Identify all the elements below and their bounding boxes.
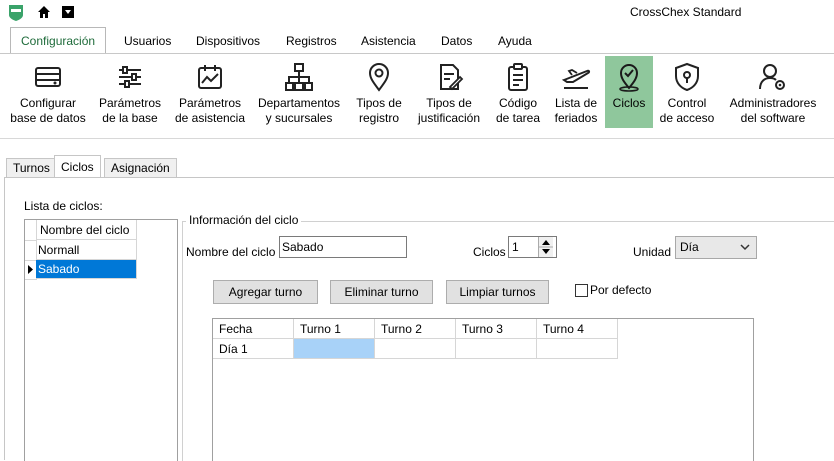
shift-grid-header-turno-4: Turno 4	[537, 319, 618, 339]
shift-grid-header-turno-1: Turno 1	[294, 319, 375, 339]
database-icon	[35, 67, 61, 87]
window-title: CrossChex Standard	[630, 5, 742, 19]
cycle-info-group-title: Información del ciclo	[186, 213, 302, 227]
ribbon-codigo-tarea[interactable]: Código de tarea	[491, 56, 545, 128]
calendar-chart-icon	[198, 65, 222, 89]
plane-icon	[561, 69, 591, 89]
ribbon-label-2: del software	[740, 111, 806, 125]
cycles-count-value: 1	[512, 240, 519, 254]
table-cell[interactable]	[537, 339, 618, 359]
ribbon-control-acceso[interactable]: Control de acceso	[658, 56, 716, 128]
subtab-ciclos[interactable]: Ciclos	[54, 155, 101, 178]
table-cell-selected[interactable]	[294, 339, 375, 359]
ribbon-label-2: base de datos	[10, 111, 86, 125]
stepper-arrows-icon[interactable]	[539, 237, 553, 257]
ribbon-administradores-software[interactable]: Administradores del software	[724, 56, 822, 128]
tab-asistencia[interactable]: Asistencia	[351, 30, 426, 52]
ribbon-tipos-justificacion[interactable]: Tipos de justificación	[413, 56, 485, 128]
table-row-fecha[interactable]: Día 1	[213, 339, 294, 359]
location-pin-icon	[368, 63, 390, 92]
ribbon-parametros-asistencia[interactable]: Parámetros de asistencia	[172, 56, 248, 128]
ribbon-label-1: Lista de	[554, 96, 598, 110]
subtab-turnos[interactable]: Turnos	[6, 158, 57, 177]
ribbon-label-1: Ciclos	[612, 96, 646, 110]
table-cell[interactable]	[456, 339, 537, 359]
app-logo-icon	[9, 5, 23, 21]
list-item-selected[interactable]: Sabado	[36, 260, 137, 279]
cycles-list-label: Lista de ciclos:	[24, 199, 103, 213]
cycles-count-label: Ciclos	[473, 245, 506, 259]
tab-ayuda[interactable]: Ayuda	[488, 30, 542, 52]
cycles-list-header[interactable]: Nombre del ciclo	[36, 220, 137, 240]
ribbon-departamentos-sucursales[interactable]: Departamentos y sucursales	[254, 56, 344, 128]
ribbon-label-2: de asistencia	[174, 111, 246, 125]
user-gear-icon	[759, 64, 785, 90]
ribbon-label-1: Código	[498, 96, 538, 110]
clear-shifts-button[interactable]: Limpiar turnos	[446, 280, 549, 304]
ribbon-label-1: Tipos de	[356, 96, 402, 110]
unit-select[interactable]: Día	[675, 236, 757, 259]
shift-grid-header-turno-2: Turno 2	[375, 319, 456, 339]
ribbon-label-2: de tarea	[495, 111, 541, 125]
ribbon-label-2: de la base	[102, 111, 158, 125]
table-cell[interactable]	[375, 339, 456, 359]
tab-dispositivos[interactable]: Dispositivos	[186, 30, 270, 52]
ribbon-tipos-registro[interactable]: Tipos de registro	[351, 56, 407, 128]
ribbon-label-1: Parámetros	[98, 96, 162, 110]
ribbon-label-2: justificación	[417, 111, 481, 125]
ribbon-parametros-base[interactable]: Parámetros de la base	[95, 56, 165, 128]
org-chart-icon	[285, 63, 313, 91]
shift-grid-header-turno-3: Turno 3	[456, 319, 537, 339]
stepper-buttons[interactable]	[538, 237, 553, 257]
clipboard-icon	[508, 63, 528, 91]
title-bar: CrossChex Standard	[0, 0, 834, 26]
dropdown-box-icon[interactable]	[61, 5, 75, 19]
subtab-asignacion[interactable]: Asignación	[104, 158, 177, 177]
ribbon-label-2: registro	[358, 111, 399, 125]
ribbon-ciclos[interactable]: Ciclos	[605, 56, 653, 128]
add-shift-button[interactable]: Agregar turno	[213, 280, 318, 304]
sliders-icon	[119, 66, 141, 88]
tab-usuarios[interactable]: Usuarios	[114, 30, 181, 52]
document-edit-icon	[440, 64, 464, 91]
unit-label: Unidad	[633, 245, 672, 259]
unit-select-value: Día	[680, 240, 699, 254]
ribbon-label-1: Departamentos	[257, 96, 341, 110]
ribbon-label-1: Tipos de	[426, 96, 472, 110]
tab-registros[interactable]: Registros	[276, 30, 347, 52]
tab-configuracion[interactable]: Configuración	[10, 27, 107, 54]
ribbon-lista-feriados[interactable]: Lista de feriados	[550, 56, 602, 128]
ribbon-label-2: de acceso	[659, 111, 715, 125]
ribbon-configurar-base-datos[interactable]: Configurar base de datos	[8, 56, 88, 128]
list-item[interactable]: Normall	[36, 240, 137, 260]
ribbon-label-1: Administradores	[729, 96, 817, 110]
cycle-name-label: Nombre del ciclo	[186, 245, 276, 259]
ribbon-label-2: feriados	[554, 111, 598, 125]
cycle-name-input[interactable]: Sabado	[279, 236, 407, 258]
ribbon-label-1: Control	[667, 96, 707, 110]
home-icon[interactable]	[37, 5, 51, 19]
ribbon-label-1: Parámetros	[178, 96, 242, 110]
default-checkbox-label: Por defecto	[590, 283, 652, 297]
delete-shift-button[interactable]: Eliminar turno	[330, 280, 433, 304]
cycle-pin-icon	[619, 64, 639, 92]
shield-lock-icon	[675, 62, 699, 92]
shift-grid-header-fecha: Fecha	[213, 319, 294, 339]
chevron-down-icon	[740, 244, 750, 251]
ribbon-label-2: y sucursales	[265, 111, 333, 125]
default-checkbox[interactable]	[575, 284, 588, 297]
ribbon-label-1: Configurar	[19, 96, 77, 110]
tab-datos[interactable]: Datos	[431, 30, 482, 52]
